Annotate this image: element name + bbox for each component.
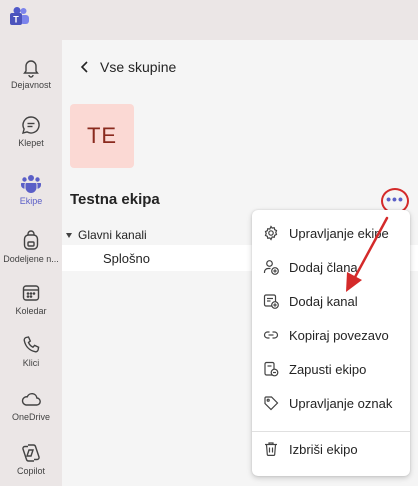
link-icon	[263, 331, 279, 339]
team-name: Testna ekipa	[70, 191, 160, 208]
add-channel-icon	[263, 294, 279, 309]
menu-item-label: Upravljanje ekipe	[289, 225, 389, 241]
menu-item-label: Dodaj kanal	[289, 293, 358, 309]
channels-section-header[interactable]: Glavni kanali	[66, 228, 147, 242]
rail-item-chat[interactable]: Klepet	[0, 104, 62, 160]
menu-item-delete-team[interactable]: Izbriši ekipo	[252, 433, 410, 465]
menu-item-add-member[interactable]: Dodaj člana	[252, 251, 410, 283]
rail-item-activity[interactable]: Dejavnost	[0, 46, 62, 102]
menu-item-leave-team[interactable]: Zapusti ekipo	[252, 353, 410, 385]
trash-icon	[265, 442, 277, 457]
menu-item-label: Dodaj člana	[289, 259, 358, 275]
rail-item-onedrive[interactable]: OneDrive	[0, 378, 62, 434]
menu-item-manage-tags[interactable]: Upravljanje oznak	[252, 387, 410, 419]
gear-icon	[264, 225, 278, 241]
rail-label: OneDrive	[11, 412, 50, 422]
bell-icon	[23, 60, 39, 78]
title-bar: T	[0, 0, 418, 40]
rail-item-copilot[interactable]: Copilot	[0, 432, 62, 486]
rail-item-assignments[interactable]: Dodeljene n...	[0, 220, 62, 276]
rail-item-teams[interactable]: Ekipe	[0, 162, 62, 218]
menu-item-label: Izbriši ekipo	[289, 441, 358, 457]
app-rail: Dejavnost Klepet Ekipe Dodeljene n... Ko…	[0, 40, 62, 486]
rail-item-calendar[interactable]: Koledar	[0, 272, 62, 328]
team-initials: TE	[86, 123, 118, 148]
rail-label: Dodeljene n...	[3, 254, 59, 264]
teams-icon	[20, 175, 42, 193]
menu-item-manage-team[interactable]: Upravljanje ekipe	[252, 217, 410, 249]
caret-down-icon	[66, 232, 72, 238]
rail-label: Klici	[22, 358, 40, 368]
rail-label: Klepet	[18, 138, 44, 148]
chevron-left-icon	[80, 61, 88, 73]
cloud-icon	[21, 392, 41, 406]
copilot-icon	[22, 444, 40, 462]
back-to-all-teams[interactable]: Vse skupine	[78, 58, 176, 76]
rail-label: Copilot	[16, 466, 45, 476]
rail-item-calls[interactable]: Klici	[0, 324, 62, 380]
chat-icon	[21, 116, 40, 135]
channels-header-label: Glavni kanali	[78, 228, 147, 242]
rail-label: Dejavnost	[10, 80, 52, 90]
tag-icon	[264, 396, 279, 411]
channel-label: Splošno	[103, 251, 150, 266]
leave-icon	[264, 361, 279, 377]
rail-label: Koledar	[15, 306, 47, 316]
menu-item-copy-link[interactable]: Kopiraj povezavo	[252, 319, 410, 351]
menu-item-add-channel[interactable]: Dodaj kanal	[252, 285, 410, 317]
calendar-icon	[22, 285, 40, 301]
menu-item-label: Kopiraj povezavo	[289, 327, 389, 343]
team-avatar: TE	[70, 104, 134, 168]
team-context-menu: Upravljanje ekipe Dodaj člana Dodaj kana…	[252, 210, 410, 476]
phone-icon	[23, 336, 40, 353]
svg-text:T: T	[13, 15, 19, 25]
menu-divider	[252, 431, 410, 432]
backpack-icon	[23, 230, 39, 250]
back-label: Vse skupine	[100, 59, 177, 75]
add-person-icon	[263, 260, 279, 275]
menu-item-label: Upravljanje oznak	[289, 395, 393, 411]
menu-item-label: Zapusti ekipo	[289, 361, 367, 377]
teams-logo-icon[interactable]: T	[8, 6, 30, 28]
more-options-icon: •••	[386, 191, 404, 207]
rail-label: Ekipe	[19, 196, 43, 206]
